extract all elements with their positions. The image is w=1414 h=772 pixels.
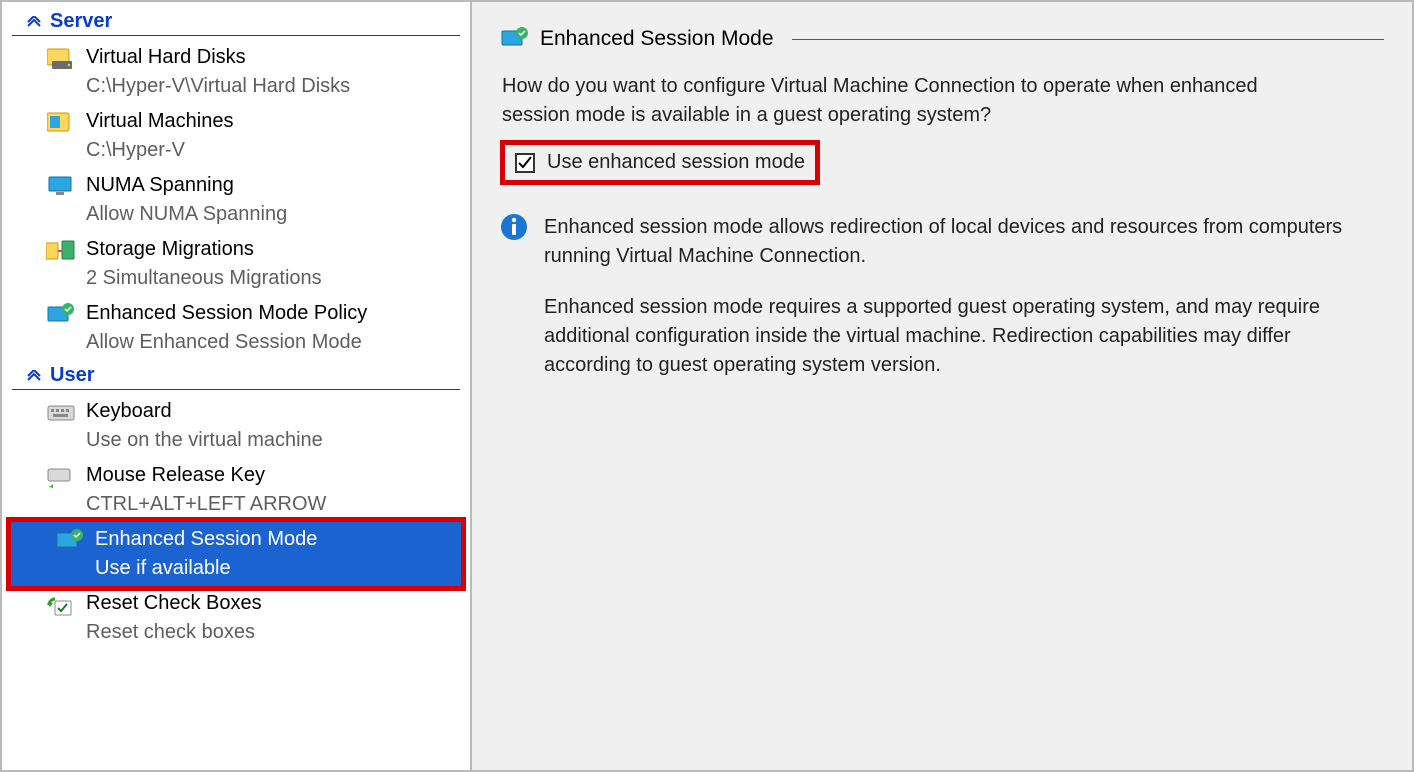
detail-description: How do you want to configure Virtual Mac…	[502, 72, 1322, 130]
enhanced-session-icon	[500, 24, 530, 54]
nav-item-title: Enhanced Session Mode Policy	[86, 300, 367, 327]
nav-item-enhanced-session-mode[interactable]: Enhanced Session Mode Use if available	[11, 522, 461, 586]
nav-item-subtitle: Use if available	[95, 555, 317, 582]
chevron-up-icon	[24, 14, 44, 30]
detail-pane: Enhanced Session Mode How do you want to…	[472, 2, 1412, 770]
folder-disk-icon	[46, 44, 76, 74]
section-header-user[interactable]: User	[12, 360, 460, 390]
use-enhanced-session-mode-checkbox[interactable]: Use enhanced session mode	[505, 145, 815, 180]
folder-vm-icon	[46, 108, 76, 138]
storage-migration-icon	[46, 236, 76, 266]
highlight-annotation: Enhanced Session Mode Use if available	[6, 517, 466, 591]
nav-item-subtitle: Reset check boxes	[86, 619, 262, 646]
nav-item-enhanced-session-mode-policy[interactable]: Enhanced Session Mode Policy Allow Enhan…	[2, 296, 470, 360]
nav-item-reset-check-boxes[interactable]: Reset Check Boxes Reset check boxes	[2, 586, 470, 650]
reset-checkboxes-icon	[46, 590, 76, 620]
detail-title: Enhanced Session Mode	[540, 27, 774, 51]
nav-item-keyboard[interactable]: Keyboard Use on the virtual machine	[2, 394, 470, 458]
nav-item-subtitle: CTRL+ALT+LEFT ARROW	[86, 491, 326, 518]
keyboard-icon	[46, 398, 76, 428]
nav-item-title: NUMA Spanning	[86, 172, 287, 199]
mouse-release-icon	[46, 462, 76, 492]
enhanced-session-icon	[55, 526, 85, 556]
divider	[792, 39, 1385, 40]
nav-item-mouse-release-key[interactable]: Mouse Release Key CTRL+ALT+LEFT ARROW	[2, 458, 470, 522]
highlight-annotation: Use enhanced session mode	[500, 140, 820, 185]
checkbox-icon	[515, 153, 535, 173]
nav-item-subtitle: Allow Enhanced Session Mode	[86, 329, 367, 356]
nav-item-title: Keyboard	[86, 398, 323, 425]
nav-item-title: Storage Migrations	[86, 236, 322, 263]
info-block: Enhanced session mode allows redirection…	[500, 213, 1384, 402]
info-text-1: Enhanced session mode allows redirection…	[544, 213, 1344, 271]
nav-item-virtual-machines[interactable]: Virtual Machines C:\Hyper-V	[2, 104, 470, 168]
nav-item-numa-spanning[interactable]: NUMA Spanning Allow NUMA Spanning	[2, 168, 470, 232]
section-header-label: User	[50, 364, 94, 387]
monitor-icon	[46, 172, 76, 202]
nav-item-title: Mouse Release Key	[86, 462, 326, 489]
nav-item-title: Virtual Machines	[86, 108, 233, 135]
nav-item-subtitle: 2 Simultaneous Migrations	[86, 265, 322, 292]
nav-item-title: Virtual Hard Disks	[86, 44, 350, 71]
enhanced-session-icon	[46, 300, 76, 330]
nav-item-subtitle: Allow NUMA Spanning	[86, 201, 287, 228]
nav-item-virtual-hard-disks[interactable]: Virtual Hard Disks C:\Hyper-V\Virtual Ha…	[2, 40, 470, 104]
info-icon	[500, 213, 528, 241]
settings-nav-tree: Server Virtual Hard Disks C:\Hyper-V\Vir…	[2, 2, 472, 770]
detail-header: Enhanced Session Mode	[500, 24, 1384, 54]
nav-item-subtitle: C:\Hyper-V	[86, 137, 233, 164]
section-header-server[interactable]: Server	[12, 6, 460, 36]
nav-item-storage-migrations[interactable]: Storage Migrations 2 Simultaneous Migrat…	[2, 232, 470, 296]
nav-item-title: Enhanced Session Mode	[95, 526, 317, 553]
nav-item-subtitle: Use on the virtual machine	[86, 427, 323, 454]
section-header-label: Server	[50, 10, 112, 33]
nav-item-subtitle: C:\Hyper-V\Virtual Hard Disks	[86, 73, 350, 100]
chevron-up-icon	[24, 368, 44, 384]
info-text-2: Enhanced session mode requires a support…	[544, 293, 1344, 380]
nav-item-title: Reset Check Boxes	[86, 590, 262, 617]
checkbox-label: Use enhanced session mode	[547, 151, 805, 174]
